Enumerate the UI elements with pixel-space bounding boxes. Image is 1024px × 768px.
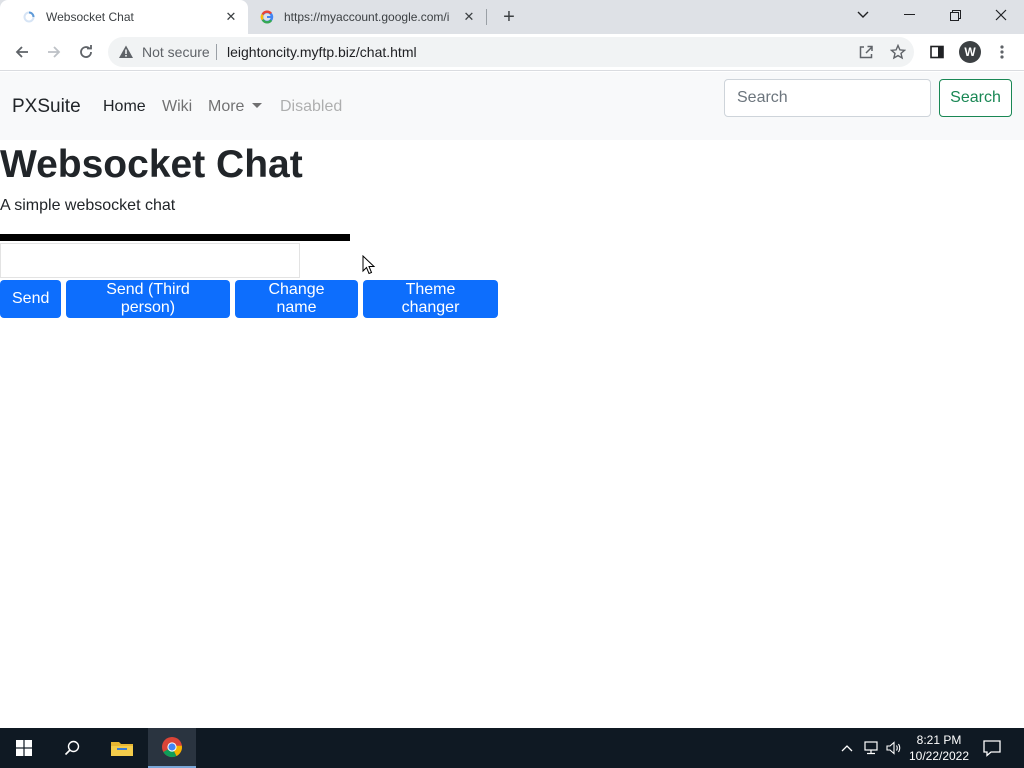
- clock-date: 10/22/2022: [908, 749, 970, 763]
- network-icon[interactable]: [863, 740, 879, 756]
- nav-dropdown-more[interactable]: More: [208, 98, 263, 116]
- back-arrow-icon[interactable]: [8, 38, 36, 66]
- tab-google-account[interactable]: https://myaccount.google.com/i ✕: [248, 0, 486, 34]
- caret-down-icon: [252, 103, 263, 108]
- new-tab-icon[interactable]: +: [498, 6, 520, 28]
- url-text[interactable]: leightoncity.myftp.biz/chat.html: [227, 44, 417, 60]
- google-favicon-icon: [260, 10, 274, 24]
- windows-taskbar: 8:21 PM 10/22/2022: [0, 728, 1024, 768]
- restore-icon[interactable]: [932, 0, 978, 30]
- forward-arrow-icon[interactable]: [40, 38, 68, 66]
- navbar-brand[interactable]: PXSuite: [12, 96, 81, 118]
- close-window-icon[interactable]: [978, 0, 1024, 30]
- profile-avatar[interactable]: W: [959, 41, 981, 63]
- kebab-menu-icon[interactable]: [988, 38, 1016, 66]
- chevron-up-icon[interactable]: [839, 740, 855, 756]
- close-tab-icon[interactable]: ✕: [222, 8, 240, 26]
- nav-link-disabled: Disabled: [280, 98, 343, 115]
- search-button[interactable]: Search: [939, 79, 1012, 117]
- tab-separator: [486, 9, 487, 25]
- close-tab-icon[interactable]: ✕: [460, 8, 478, 26]
- page-title: Websocket Chat: [0, 143, 303, 186]
- address-bar[interactable]: Not secure leightoncity.myftp.biz/chat.h…: [108, 37, 914, 67]
- search-icon[interactable]: [48, 728, 96, 768]
- tab-search-chevron-icon[interactable]: [840, 0, 886, 30]
- omnibox-separator: [216, 44, 217, 60]
- side-panel-icon[interactable]: [923, 38, 951, 66]
- change-name-button[interactable]: Change name: [235, 280, 358, 318]
- page-subtitle: A simple websocket chat: [0, 197, 176, 214]
- share-icon[interactable]: [856, 42, 876, 62]
- security-status[interactable]: Not secure: [142, 44, 210, 60]
- bookmark-star-icon[interactable]: [888, 42, 908, 62]
- browser-tab-strip: Websocket Chat ✕ https://myaccount.googl…: [0, 0, 1024, 34]
- message-input[interactable]: [0, 243, 300, 278]
- windows-start-icon[interactable]: [0, 728, 48, 768]
- nav-dropdown-label: More: [208, 98, 245, 115]
- send-third-person-button[interactable]: Send (Third person): [66, 280, 230, 318]
- chat-messages-box: [0, 234, 350, 241]
- tab-title: Websocket Chat: [46, 10, 134, 24]
- system-clock[interactable]: 8:21 PM 10/22/2022: [906, 732, 972, 764]
- warning-icon[interactable]: [118, 44, 134, 60]
- volume-icon[interactable]: [886, 740, 902, 756]
- send-button[interactable]: Send: [0, 280, 61, 318]
- site-navbar: PXSuite Home Wiki More Disabled Search: [0, 72, 1024, 140]
- nav-link-wiki[interactable]: Wiki: [162, 98, 192, 116]
- clock-time: 8:21 PM: [916, 733, 962, 747]
- nav-link-home[interactable]: Home: [103, 98, 146, 116]
- tab-title: https://myaccount.google.com/i: [284, 10, 450, 24]
- theme-changer-button[interactable]: Theme changer: [363, 280, 498, 318]
- browser-toolbar: Not secure leightoncity.myftp.biz/chat.h…: [0, 34, 1024, 71]
- file-explorer-icon[interactable]: [98, 728, 146, 768]
- notification-icon[interactable]: [982, 738, 1002, 758]
- minimize-icon[interactable]: [886, 0, 932, 30]
- mouse-pointer-icon: [362, 255, 376, 275]
- spinner-favicon-icon: [22, 10, 36, 24]
- reload-icon[interactable]: [72, 38, 100, 66]
- tab-websocket-chat[interactable]: Websocket Chat ✕: [0, 0, 248, 34]
- search-input[interactable]: [724, 79, 931, 117]
- chrome-taskbar-icon[interactable]: [148, 728, 196, 768]
